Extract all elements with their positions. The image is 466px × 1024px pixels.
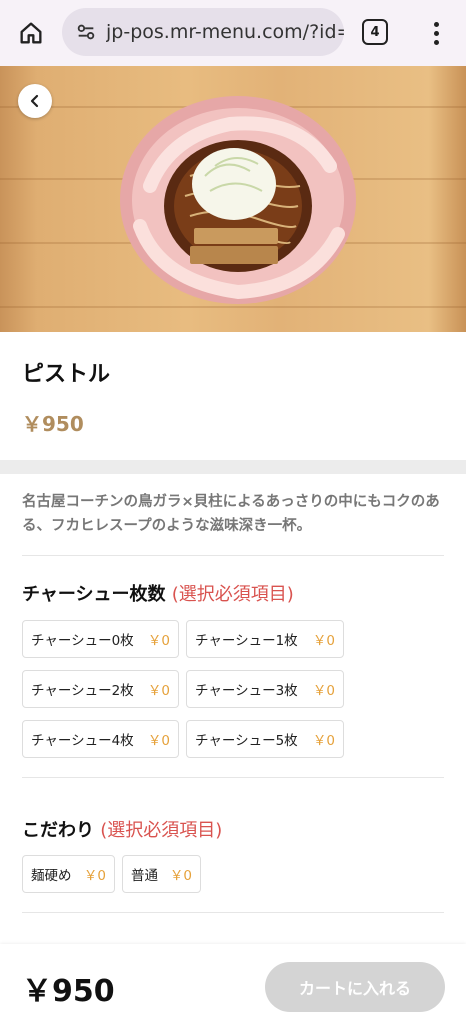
product-name: ピストル: [22, 362, 111, 387]
section-title-text: チャーシュー枚数: [22, 584, 166, 605]
option-price: ￥0: [312, 733, 335, 749]
option-price: ￥0: [312, 633, 335, 649]
option-price: ￥0: [83, 868, 106, 884]
home-icon[interactable]: [14, 16, 48, 50]
option-chashu-0[interactable]: チャーシュー0枚 ￥0: [22, 620, 179, 658]
option-chashu-2[interactable]: チャーシュー2枚 ￥0: [22, 670, 179, 708]
option-label: チャーシュー4枚: [31, 733, 134, 749]
option-label: 麺硬め: [31, 868, 72, 884]
option-price: ￥0: [147, 633, 170, 649]
section-title-kodawari: こだわり (選択必須項目): [22, 816, 222, 842]
option-noodle-normal[interactable]: 普通 ￥0: [122, 855, 201, 893]
divider: [22, 777, 444, 778]
option-label: チャーシュー0枚: [31, 633, 134, 649]
section-divider: [0, 460, 466, 474]
option-label: チャーシュー2枚: [31, 683, 134, 699]
option-label: チャーシュー1枚: [195, 633, 298, 649]
address-bar[interactable]: jp-pos.mr-menu.com/?id=: [62, 8, 344, 56]
product-price: ￥950: [22, 412, 84, 436]
option-chashu-3[interactable]: チャーシュー3枚 ￥0: [186, 670, 344, 708]
add-to-cart-button[interactable]: カートに入れる: [265, 962, 445, 1012]
option-price: ￥0: [312, 683, 335, 699]
option-chashu-1[interactable]: チャーシュー1枚 ￥0: [186, 620, 344, 658]
total-price: ￥950: [22, 974, 115, 1009]
option-noodle-firm[interactable]: 麺硬め ￥0: [22, 855, 115, 893]
divider: [22, 555, 444, 556]
option-price: ￥0: [147, 683, 170, 699]
option-label: チャーシュー3枚: [195, 683, 298, 699]
required-label: (選択必須項目): [100, 820, 223, 841]
browser-toolbar: jp-pos.mr-menu.com/?id= 4: [0, 0, 466, 66]
section-title-text: こだわり: [22, 820, 94, 841]
section-title-chashu: チャーシュー枚数 (選択必須項目): [22, 580, 294, 606]
option-price: ￥0: [169, 868, 192, 884]
option-label: 普通: [131, 868, 158, 884]
product-description: 名古屋コーチンの鳥ガラ×貝柱によるあっさりの中にもコクのある、フカヒレスープのよ…: [22, 494, 440, 534]
site-settings-icon[interactable]: [74, 20, 98, 44]
more-vert-icon[interactable]: [424, 16, 448, 50]
option-chashu-5[interactable]: チャーシュー5枚 ￥0: [186, 720, 344, 758]
tab-switcher-icon[interactable]: 4: [362, 19, 388, 45]
url-text: jp-pos.mr-menu.com/?id=: [106, 21, 344, 43]
divider: [22, 912, 444, 913]
option-price: ￥0: [147, 733, 170, 749]
option-chashu-4[interactable]: チャーシュー4枚 ￥0: [22, 720, 179, 758]
ramen-bowl-illustration: [120, 96, 356, 304]
chevron-left-icon: [30, 94, 39, 108]
back-button[interactable]: [18, 84, 52, 118]
option-label: チャーシュー5枚: [195, 733, 298, 749]
required-label: (選択必須項目): [171, 584, 294, 605]
product-image: [0, 66, 466, 332]
